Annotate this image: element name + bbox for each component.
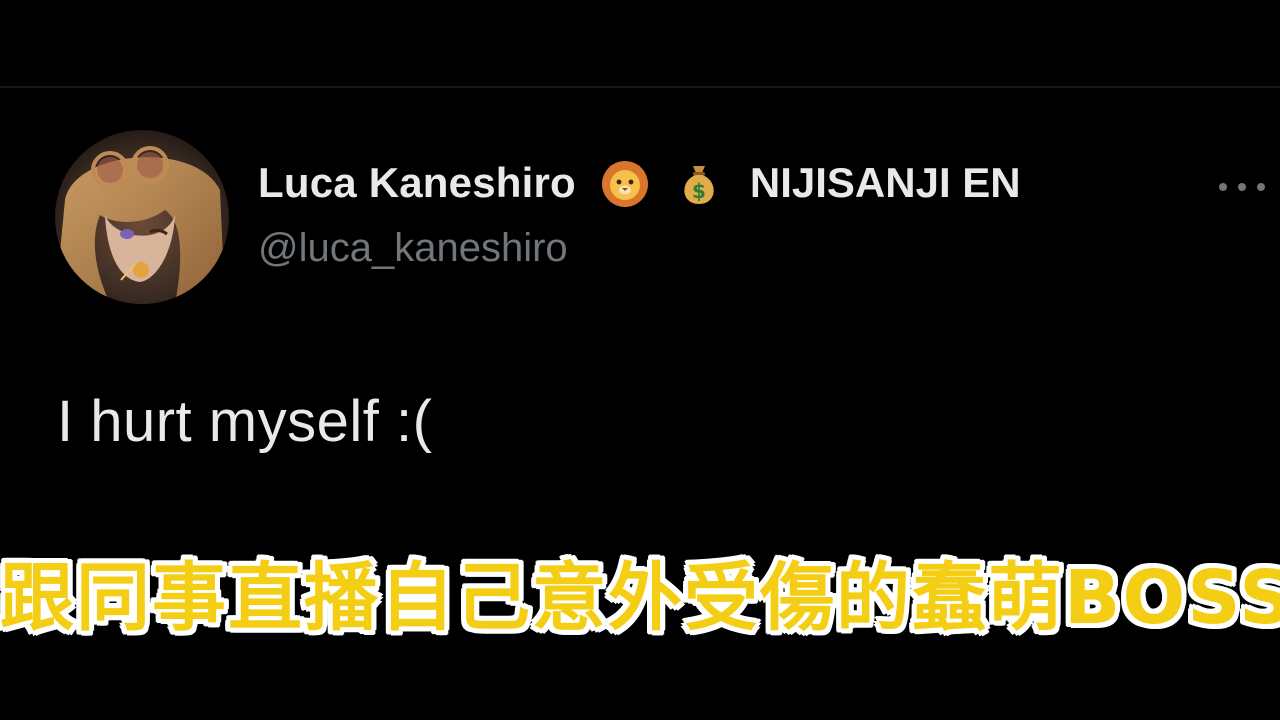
video-caption: 跟同事直播自己意外受傷的蠢萌BOSS	[0, 555, 1280, 641]
lion-face-icon	[600, 158, 650, 208]
author-name-line[interactable]: Luca Kaneshiro $ NIJISANJI EN	[258, 158, 1021, 208]
avatar[interactable]	[55, 130, 229, 304]
author-display-name: Luca Kaneshiro	[258, 159, 576, 206]
svg-text:$: $	[692, 179, 706, 203]
more-horizontal-icon[interactable]	[1214, 178, 1270, 196]
money-bag-icon: $	[674, 158, 724, 208]
tweet-card: Luca Kaneshiro $ NIJISANJI EN @luca_kane…	[0, 88, 1280, 548]
tweet-text: I hurt myself :(	[57, 389, 433, 454]
author-affiliation: NIJISANJI EN	[749, 159, 1021, 206]
author-handle[interactable]: @luca_kaneshiro	[258, 226, 568, 271]
